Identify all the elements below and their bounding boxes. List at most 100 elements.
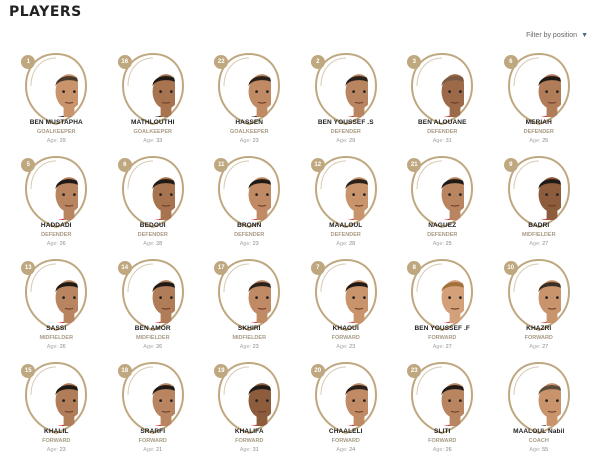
age-value: 26 [445, 447, 452, 453]
player-card[interactable]: 3 BEN ALOUANE DEFENDER Age: 31 [394, 52, 491, 155]
age-label: Age: [432, 138, 445, 144]
player-name: KHAZRI [526, 325, 552, 332]
player-position: DEFENDER [427, 232, 458, 238]
player-photo-frame: 8 [407, 258, 477, 332]
player-name: MAALOUL [329, 222, 363, 229]
age-value: 21 [156, 447, 163, 453]
player-age: Age: 27 [394, 344, 491, 350]
player-card[interactable]: 2 BEN YOUSSEF .S DEFENDER Age: 29 [298, 52, 395, 155]
jersey-number-badge: 12 [310, 158, 325, 172]
player-name: HADDADI [40, 222, 72, 229]
player-photo [131, 268, 175, 323]
player-name: SASSI [46, 325, 67, 332]
age-value: 23 [349, 344, 356, 350]
player-age: Age: 23 [201, 241, 298, 247]
player-age: Age: 25 [491, 138, 588, 144]
age-value: 23 [252, 138, 259, 144]
player-card[interactable]: 1 BEN MUSTAPHA GOALKEEPER Age: 29 [8, 52, 105, 155]
player-photo-frame: 16 [117, 52, 188, 126]
age-value: 31 [252, 447, 259, 453]
player-photo-frame: 1 [21, 52, 91, 126]
player-card[interactable]: 6 MERIAH DEFENDER Age: 25 [491, 52, 588, 155]
player-name: BEN AMOR [134, 325, 171, 332]
player-photo-frame: 6 [503, 52, 574, 126]
jersey-number-badge: 14 [117, 261, 132, 275]
page-header: PLAYERS [9, 4, 82, 20]
player-name: BADRI [528, 222, 550, 229]
player-name: KHALIFA [234, 428, 264, 435]
player-position: DEFENDER [234, 232, 265, 238]
player-photo-frame: 21 [407, 155, 477, 229]
player-name: BEN YOUSSEF .S [317, 119, 374, 126]
player-card[interactable]: 23 SLITI FORWARD Age: 26 [394, 361, 491, 464]
player-position: DEFENDER [330, 129, 361, 135]
age-label: Age: [143, 447, 155, 453]
age-label: Age: [46, 241, 59, 247]
player-age: Age: 28 [105, 241, 202, 247]
jersey-number-badge: 6 [117, 158, 132, 172]
age-value: 29 [349, 138, 356, 144]
player-position: FORWARD [428, 335, 457, 341]
player-card[interactable]: 11 BRONN DEFENDER Age: 23 [201, 155, 298, 258]
player-card[interactable]: 8 BEN YOUSSEF .F FORWARD Age: 27 [394, 258, 491, 361]
player-photo [420, 62, 465, 117]
age-value: 33 [156, 138, 163, 144]
player-photo-frame: 19 [214, 361, 284, 435]
jersey-number-badge: 20 [310, 364, 325, 378]
player-photo [517, 268, 561, 323]
age-value: 25 [542, 138, 549, 144]
player-name: KHALIL [44, 428, 69, 435]
player-card[interactable]: 14 BEN AMOR MIDFIELDER Age: 26 [105, 258, 202, 361]
player-card[interactable]: 19 KHALIFA FORWARD Age: 31 [201, 361, 298, 464]
player-card[interactable]: 15 KHALIL FORWARD Age: 23 [8, 361, 105, 464]
player-card[interactable]: 6 BEDOUI DEFENDER Age: 28 [105, 155, 202, 258]
player-card[interactable]: 5 HADDADI DEFENDER Age: 26 [8, 155, 105, 258]
player-card[interactable]: 22 HASSEN GOALKEEPER Age: 23 [201, 52, 298, 155]
player-name: BRONN [237, 222, 262, 229]
age-label: Age: [336, 447, 348, 453]
player-position: MIDFIELDER [39, 335, 74, 341]
player-card[interactable]: MAALOUL Nabil COACH Age: 55 [491, 361, 588, 464]
player-card[interactable]: 10 KHAZRI FORWARD Age: 27 [491, 258, 588, 361]
jersey-number-badge: 2 [310, 55, 325, 69]
age-label: Age: [432, 344, 445, 350]
age-value: 24 [349, 447, 356, 453]
player-photo-frame: 10 [503, 258, 574, 332]
age-value: 26 [59, 344, 66, 350]
player-name: BEN YOUSSEF .F [414, 325, 470, 332]
player-position: FORWARD [524, 335, 553, 341]
player-position: GOALKEEPER [36, 129, 76, 135]
player-card[interactable]: 17 SKHIRI MIDFIELDER Age: 23 [201, 258, 298, 361]
age-value: 25 [445, 241, 452, 247]
player-card[interactable]: 16 MATHLOUTHI GOALKEEPER Age: 33 [105, 52, 202, 155]
player-age: Age: 24 [298, 447, 395, 453]
players-grid: 1 BEN MUSTAPHA GOALKEEPER Age: 29 16 MAT… [8, 52, 588, 464]
player-card[interactable]: 12 MAALOUL DEFENDER Age: 28 [298, 155, 395, 258]
player-card[interactable]: 21 NAGUEZ DEFENDER Age: 25 [394, 155, 491, 258]
player-photo-frame [504, 361, 574, 435]
player-age: Age: 21 [105, 447, 202, 453]
player-photo-frame: 18 [117, 361, 188, 435]
player-position: FORWARD [138, 438, 167, 444]
age-label: Age: [529, 138, 541, 144]
player-card[interactable]: 7 KHAOUI FORWARD Age: 23 [298, 258, 395, 361]
age-label: Age: [46, 344, 59, 350]
player-card[interactable]: 20 CHAALELI FORWARD Age: 24 [298, 361, 395, 464]
player-name: SKHIRI [237, 325, 261, 332]
filter-by-position-button[interactable]: Filter by position ▼ [526, 32, 588, 39]
player-photo-frame: 2 [310, 52, 381, 126]
age-label: Age: [46, 447, 59, 453]
player-card[interactable]: 13 SASSI MIDFIELDER Age: 26 [8, 258, 105, 361]
player-name: HASSEN [235, 119, 264, 126]
age-label: Age: [239, 447, 252, 453]
player-position: GOALKEEPER [133, 129, 172, 135]
player-age: Age: 55 [491, 447, 588, 453]
player-photo-frame: 15 [21, 361, 91, 435]
player-photo-frame: 9 [503, 155, 574, 229]
player-photo [34, 165, 79, 220]
jersey-number-badge: 6 [503, 55, 518, 69]
age-label: Age: [432, 241, 445, 247]
player-position: FORWARD [331, 335, 360, 341]
player-card[interactable]: 9 BADRI MIDFIELDER Age: 27 [491, 155, 588, 258]
player-card[interactable]: 18 SRARFI FORWARD Age: 21 [105, 361, 202, 464]
